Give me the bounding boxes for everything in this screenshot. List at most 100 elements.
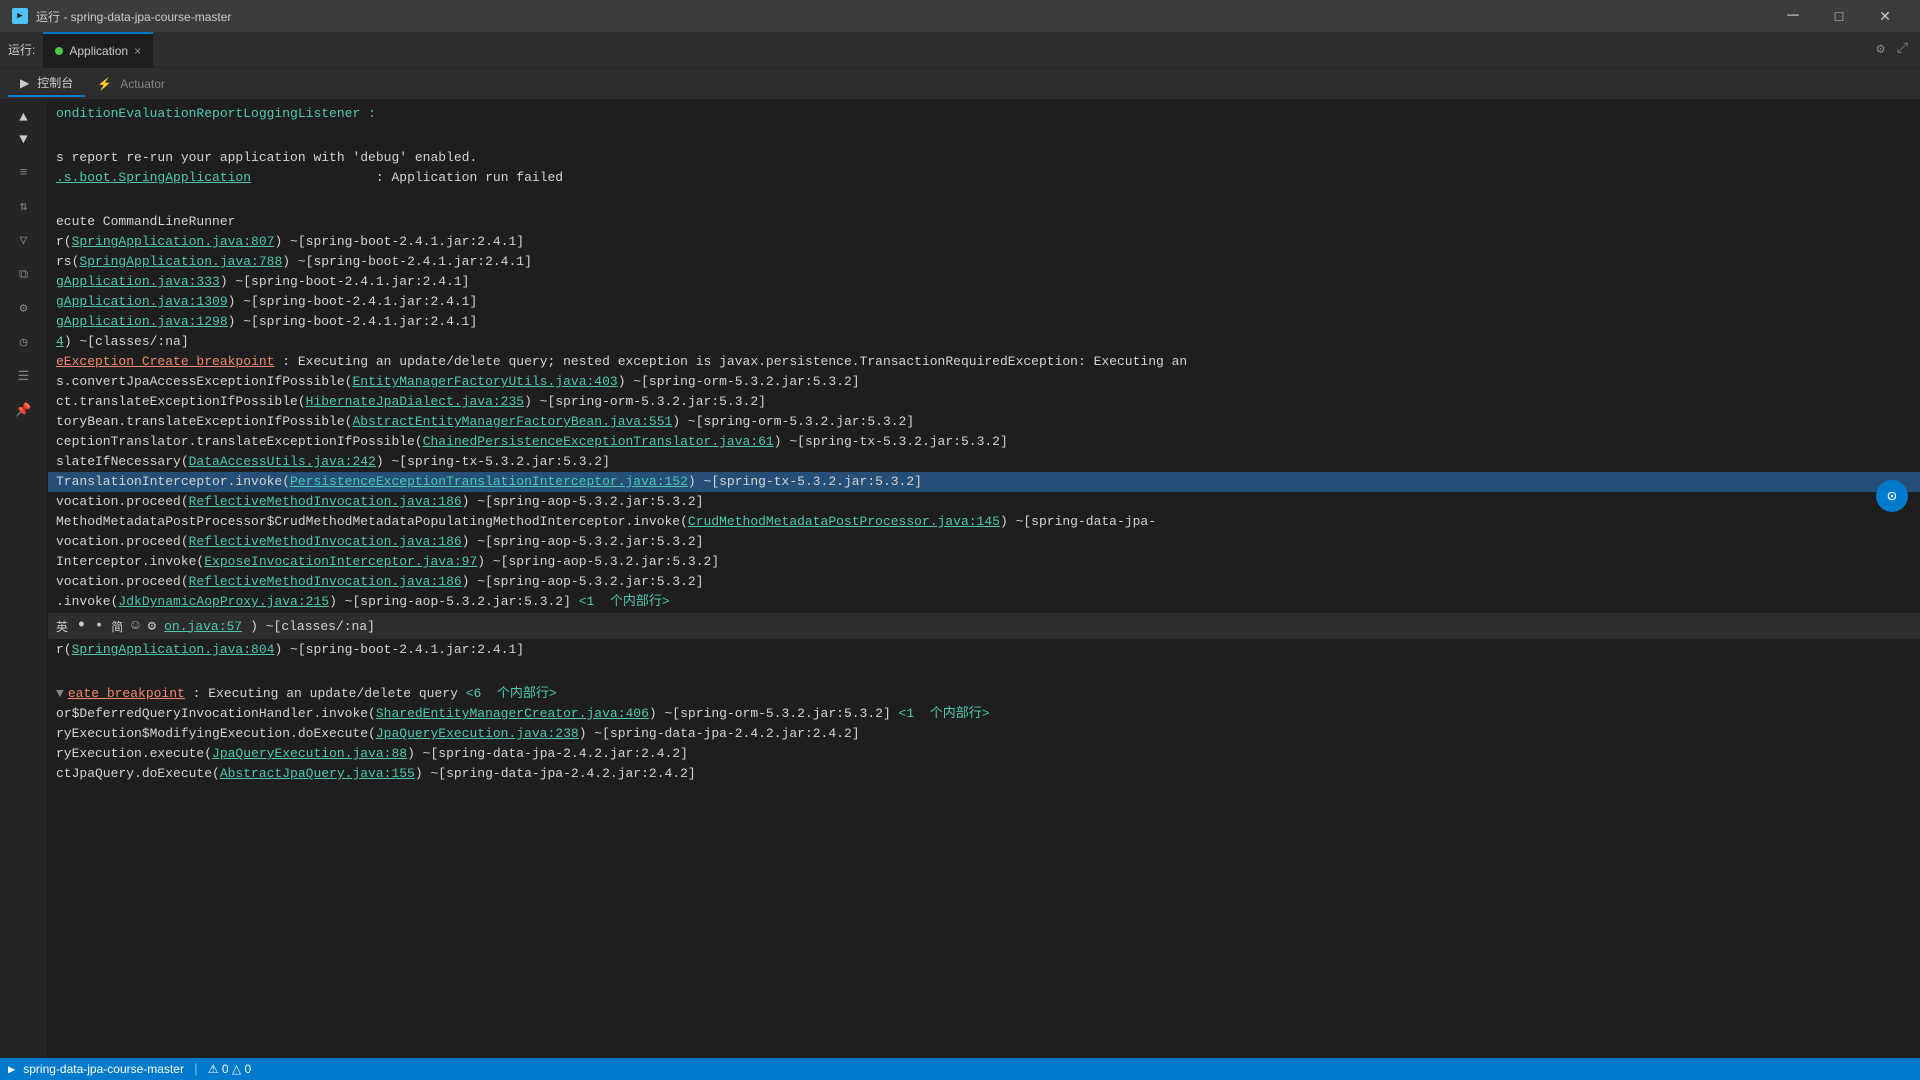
link-DataAccessUtils[interactable]: DataAccessUtils.java:242: [189, 452, 376, 472]
link-gApp-1309[interactable]: gApplication.java:1309: [56, 292, 228, 312]
error-content: : Executing an update/delete query; nest…: [274, 352, 1187, 372]
scroll-down-icon[interactable]: ▼: [14, 130, 34, 150]
tab-close-button[interactable]: ×: [134, 44, 141, 58]
link-ExposeInvocation[interactable]: ExposeInvocationInterceptor.java:97: [204, 552, 477, 572]
line-content2: ) ~[spring-boot-2.4.1.jar:2.4.1]: [274, 232, 524, 252]
application-tab[interactable]: Application ×: [43, 32, 153, 68]
filter-icon[interactable]: ▽: [8, 224, 40, 256]
link-gApp-1298[interactable]: gApplication.java:1298: [56, 312, 228, 332]
breakpoint-btn[interactable]: Create breakpoint: [134, 352, 274, 372]
line-content2: ) ~[spring-data-jpa-: [1000, 512, 1156, 532]
error-line: eException Create breakpoint : Executing…: [48, 352, 1920, 372]
wrap-lines-icon[interactable]: ≡: [8, 156, 40, 188]
line-content2: ) ~[spring-tx-5.3.2.jar:5.3.2]: [774, 432, 1008, 452]
console-line: [48, 188, 1920, 212]
lang-en-label[interactable]: 英: [56, 618, 68, 635]
line-content2: ) ~[spring-data-jpa-2.4.2.jar:2.4.2]: [415, 764, 696, 784]
link-SpringApplication-788[interactable]: SpringApplication.java:788: [79, 252, 282, 272]
internal-lines-2[interactable]: <6 个内部行>: [466, 684, 557, 704]
link-ReflectiveMethodInvocation-186b[interactable]: ReflectiveMethodInvocation.java:186: [189, 532, 462, 552]
line-content2: ) ~[spring-data-jpa-2.4.2.jar:2.4.2]: [579, 724, 860, 744]
console-button[interactable]: ▶ 控制台: [8, 70, 85, 97]
settings-side-icon[interactable]: ⚙: [8, 292, 40, 324]
line-content2: ) ~[spring-boot-2.4.1.jar:2.4.1]: [274, 640, 524, 660]
line-content2: ) ~[spring-orm-5.3.2.jar:5.3.2]: [524, 392, 766, 412]
link-EntityManagerFactoryUtils[interactable]: EntityManagerFactoryUtils.java:403: [352, 372, 617, 392]
minimize-button[interactable]: ─: [1770, 0, 1816, 32]
line-content: slateIfNecessary(: [56, 452, 189, 472]
line-content: ryExecution.execute(: [56, 744, 212, 764]
link-JdkDynamicAopProxy[interactable]: JdkDynamicAopProxy.java:215: [118, 592, 329, 612]
console-line: r(SpringApplication.java:807) ~[spring-b…: [48, 232, 1920, 252]
line-content2: ) ~[spring-data-jpa-2.4.2.jar:2.4.2]: [407, 744, 688, 764]
window-controls: ─ □ ✕: [1770, 0, 1908, 32]
link-SpringApplication-807[interactable]: SpringApplication.java:807: [72, 232, 275, 252]
internal-lines-1[interactable]: <1 个内部行>: [579, 592, 670, 612]
status-warnings[interactable]: ⚠ 0 △ 0: [208, 1062, 251, 1076]
sort-icon[interactable]: ⇅: [8, 190, 40, 222]
status-separator-1: |: [192, 1062, 200, 1077]
smile-icon[interactable]: ☺: [131, 618, 139, 634]
internal-lines-3[interactable]: <1 个内部行>: [899, 704, 990, 724]
spring-app-link[interactable]: .s.boot.SpringApplication: [56, 168, 251, 188]
link-JpaQueryExecution-238[interactable]: JpaQueryExecution.java:238: [376, 724, 579, 744]
pin-icon[interactable]: 📌: [8, 394, 40, 426]
console-line: Interceptor.invoke(ExposeInvocationInter…: [48, 552, 1920, 572]
line-content2: ) ~[spring-aop-5.3.2.jar:5.3.2]: [477, 552, 719, 572]
tab-status-dot: [55, 47, 63, 55]
line-content-after-status: ) ~[classes/:na]: [250, 619, 375, 634]
line-content2: ) ~[spring-tx-5.3.2.jar:5.3.2]: [376, 452, 610, 472]
link-HibernateJpaDialect[interactable]: HibernateJpaDialect.java:235: [306, 392, 524, 412]
settings-status-icon[interactable]: ⚙: [148, 618, 156, 635]
console-line: s report re-run your application with 'd…: [48, 148, 1920, 168]
link-SpringApplication-804[interactable]: SpringApplication.java:804: [72, 640, 275, 660]
console-line: rs(SpringApplication.java:788) ~[spring-…: [48, 252, 1920, 272]
link-4[interactable]: 4: [56, 332, 64, 352]
console-line: ct.translateExceptionIfPossible(Hibernat…: [48, 392, 1920, 412]
line-content: : Application run failed: [251, 168, 563, 188]
console-line: s.convertJpaAccessExceptionIfPossible(En…: [48, 372, 1920, 392]
actuator-icon: ⚡: [97, 77, 112, 91]
breakpoint-btn-2[interactable]: eate breakpoint: [68, 684, 185, 704]
close-button[interactable]: ✕: [1862, 0, 1908, 32]
copy-icon[interactable]: ⧉: [8, 258, 40, 290]
console-line: or$DeferredQueryInvocationHandler.invoke…: [48, 704, 1920, 724]
scroll-up-icon[interactable]: ▲: [14, 108, 34, 128]
line-content: .invoke(: [56, 592, 118, 612]
link-SharedEntityManagerCreator[interactable]: SharedEntityManagerCreator.java:406: [376, 704, 649, 724]
link-ReflectiveMethodInvocation-186a[interactable]: ReflectiveMethodInvocation.java:186: [189, 492, 462, 512]
list-icon[interactable]: ☰: [8, 360, 40, 392]
collapse-icon[interactable]: ▼: [56, 684, 64, 704]
blue-circle-button[interactable]: ⊙: [1876, 480, 1908, 512]
link-gApp-333[interactable]: gApplication.java:333: [56, 272, 220, 292]
link-AbstractEntityManagerFactory[interactable]: AbstractEntityManagerFactoryBean.java:55…: [352, 412, 672, 432]
link-JpaQueryExecution-88[interactable]: JpaQueryExecution.java:88: [212, 744, 407, 764]
console-line: [48, 124, 1920, 148]
link-AbstractJpaQuery-155[interactable]: AbstractJpaQuery.java:155: [220, 764, 415, 784]
console-line: vocation.proceed(ReflectiveMethodInvocat…: [48, 492, 1920, 512]
expand-icon[interactable]: ⤢: [1893, 37, 1912, 62]
history-icon[interactable]: ◷: [8, 326, 40, 358]
console-line: vocation.proceed(ReflectiveMethodInvocat…: [48, 532, 1920, 552]
on-java-link[interactable]: on.java:57: [164, 619, 242, 634]
main-layout: ▲ ▼ ≡ ⇅ ▽ ⧉ ⚙ ◷ ☰ 📌 onditionEvaluationRe…: [0, 100, 1920, 1058]
line-content: TranslationInterceptor.invoke(: [56, 472, 290, 492]
line-content2: ) ~[spring-boot-2.4.1.jar:2.4.1]: [282, 252, 532, 272]
exception-link[interactable]: eException: [56, 352, 134, 372]
link-CrudMethodMetadata[interactable]: CrudMethodMetadataPostProcessor.java:145: [688, 512, 1000, 532]
actuator-button[interactable]: ⚡ Actuator: [85, 73, 177, 95]
link-ReflectiveMethodInvocation-186c[interactable]: ReflectiveMethodInvocation.java:186: [189, 572, 462, 592]
line-content2: ) ~[spring-aop-5.3.2.jar:5.3.2]: [329, 592, 579, 612]
line-content: ryExecution$ModifyingExecution.doExecute…: [56, 724, 376, 744]
lang-cn-label[interactable]: 简: [111, 618, 123, 635]
line-content: r(: [56, 232, 72, 252]
line-content: r(: [56, 640, 72, 660]
status-branch[interactable]: spring-data-jpa-course-master: [23, 1062, 184, 1076]
link-PersistenceExceptionTranslation[interactable]: PersistenceExceptionTranslationIntercept…: [290, 472, 688, 492]
console-line: r(SpringApplication.java:804) ~[spring-b…: [48, 640, 1920, 660]
line-content: Interceptor.invoke(: [56, 552, 204, 572]
settings-icon[interactable]: ⚙: [1872, 37, 1888, 62]
link-ChainedPersistence[interactable]: ChainedPersistenceExceptionTranslator.ja…: [423, 432, 774, 452]
console-line: gApplication.java:1298) ~[spring-boot-2.…: [48, 312, 1920, 332]
maximize-button[interactable]: □: [1816, 0, 1862, 32]
